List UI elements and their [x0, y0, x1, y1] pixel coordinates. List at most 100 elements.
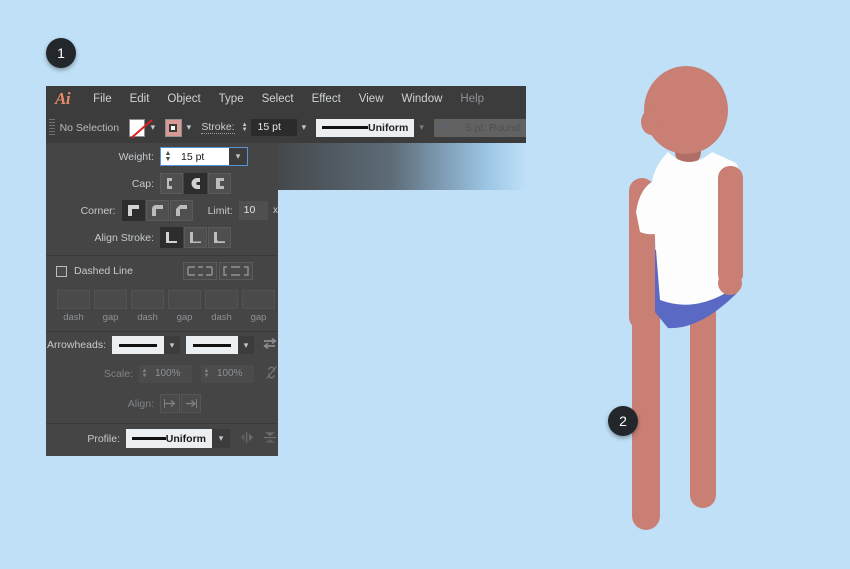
right-leg [690, 250, 716, 508]
no-arrowhead-icon [119, 343, 157, 347]
dash-gap-inputs [57, 290, 279, 309]
link-broken-icon [265, 365, 278, 383]
stroke-swatch[interactable] [165, 118, 182, 137]
align-center-button[interactable] [160, 227, 183, 248]
miter-join-button[interactable] [121, 200, 145, 221]
swap-arrowheads-icon[interactable] [263, 337, 278, 353]
left-arm [629, 178, 655, 330]
arrowhead-end-chevron-down-icon[interactable]: ▾ [238, 336, 254, 354]
dash-label-2: dash [137, 312, 158, 323]
menu-item-type[interactable]: Type [219, 93, 244, 105]
profile-value: Uniform [165, 432, 206, 445]
control-bar-profile-select[interactable]: Uniform [316, 118, 415, 137]
screenshot-stage: Ai File Edit Object Type Select Effect V… [0, 0, 850, 569]
arrowhead-start-preview [112, 336, 164, 354]
head [644, 66, 728, 154]
arrowhead-start-chevron-down-icon[interactable]: ▾ [164, 336, 180, 354]
panel-divider-2 [46, 331, 278, 332]
right-arm [718, 166, 743, 286]
fill-swatch[interactable] [129, 118, 146, 137]
shorts [645, 250, 738, 329]
dash-input-2[interactable] [131, 290, 164, 309]
flip-along-icon[interactable] [239, 431, 255, 447]
profile-chevron-down-icon[interactable]: ▾ [415, 119, 428, 137]
menu-item-window[interactable]: Window [402, 93, 443, 105]
left-sleeve [636, 180, 666, 235]
gap-label-3: gap [250, 312, 267, 323]
weight-stepper[interactable]: ▲ ▼ [161, 148, 175, 165]
weight-chevron-down-icon[interactable]: ▾ [229, 148, 247, 165]
profile-select[interactable]: Uniform ▾ [126, 429, 230, 448]
gap-input-2[interactable] [168, 290, 201, 309]
profile-chevron-down-icon[interactable]: ▾ [212, 429, 230, 448]
dash-input-3[interactable] [205, 290, 238, 309]
menu-item-help[interactable]: Help [460, 93, 484, 105]
weight-input[interactable]: 15 pt [175, 151, 229, 163]
dashed-line-checkbox[interactable] [56, 265, 67, 277]
align-stroke-row: Align Stroke: [46, 227, 278, 248]
control-bar: No Selection ▾ ▾ Stroke: ▲ ▼ 15 pt ▾ Unif… [46, 112, 526, 143]
arrowhead-align-button-group [160, 394, 201, 413]
menu-item-view[interactable]: View [359, 93, 384, 105]
control-bar-grip[interactable] [49, 119, 55, 136]
miter-limit-unit: x [273, 205, 278, 216]
align-stroke-button-group [160, 227, 232, 248]
arrowhead-align-row: Align: [46, 394, 278, 413]
scale-end-input: 100% [212, 365, 254, 383]
arrowhead-end-preview [186, 336, 238, 354]
preserve-exact-dash-lengths-button[interactable] [182, 262, 217, 280]
bevel-join-button[interactable] [169, 200, 193, 221]
menu-item-select[interactable]: Select [262, 93, 294, 105]
stroke-weight-value[interactable]: 15 pt [250, 119, 297, 136]
dash-label-3: dash [211, 312, 232, 323]
arrowhead-align-label: Align: [127, 397, 154, 410]
brush-definition-label: 5 pt. Round [465, 121, 521, 134]
projecting-cap-button[interactable] [208, 173, 231, 194]
panel-divider-3 [46, 423, 278, 424]
menu-item-effect[interactable]: Effect [312, 93, 341, 105]
flip-across-icon[interactable] [262, 431, 278, 447]
stroke-weight-label[interactable]: Stroke: [201, 121, 235, 134]
align-dashes-to-corners-button[interactable] [218, 262, 253, 280]
uniform-profile-icon [132, 437, 166, 440]
cap-button-group [160, 173, 232, 194]
round-join-button[interactable] [145, 200, 169, 221]
gap-label-2: gap [176, 312, 193, 323]
menu-item-edit[interactable]: Edit [130, 93, 150, 105]
corner-button-group [121, 200, 194, 221]
weight-row: Weight: ▲ ▼ 15 pt ▾ [46, 147, 278, 166]
cap-label: Cap: [131, 177, 154, 190]
menu-bar: Ai File Edit Object Type Select Effect V… [46, 86, 526, 112]
scale-start-input: 100% [150, 365, 192, 383]
corner-row: Corner: Limit: 10 x [46, 200, 278, 221]
butt-cap-button[interactable] [160, 173, 183, 194]
scale-start-stepper: ▲ ▼ [139, 365, 150, 383]
shirt [651, 152, 743, 305]
weight-label: Weight: [118, 150, 154, 163]
profile-label: Profile: [87, 432, 120, 445]
weight-input-group[interactable]: ▲ ▼ 15 pt ▾ [160, 147, 248, 166]
extend-arrow-tip-beyond-end-button [160, 394, 180, 413]
gap-input-1[interactable] [94, 290, 127, 309]
brush-definition-select[interactable]: 5 pt. Round [434, 118, 526, 137]
stroke-weight-stepper[interactable]: ▲ ▼ [241, 119, 249, 137]
round-cap-button[interactable] [184, 173, 207, 194]
miter-limit-input[interactable]: 10 [238, 201, 268, 220]
arrowhead-end-select[interactable]: ▾ [186, 336, 254, 354]
arrowhead-start-select[interactable]: ▾ [112, 336, 180, 354]
gap-input-3[interactable] [242, 290, 275, 309]
menu-item-file[interactable]: File [93, 93, 112, 105]
scale-end-stepper: ▲ ▼ [201, 365, 212, 383]
profile-preview: Uniform [126, 429, 212, 448]
dash-input-1[interactable] [57, 290, 90, 309]
align-inside-button[interactable] [184, 227, 207, 248]
arrowhead-scale-row: Scale: ▲ ▼ 100% ▲ ▼ 100% [46, 365, 278, 383]
stroke-chevron-down-icon[interactable]: ▾ [183, 119, 196, 137]
menu-item-object[interactable]: Object [167, 93, 200, 105]
stroke-weight-chevron-down-icon[interactable]: ▾ [298, 119, 311, 137]
dash-mode-group [182, 262, 253, 280]
ear [641, 109, 663, 135]
align-outside-button[interactable] [208, 227, 231, 248]
profile-row: Profile: Uniform ▾ [46, 429, 278, 448]
no-arrowhead-icon [193, 343, 231, 347]
